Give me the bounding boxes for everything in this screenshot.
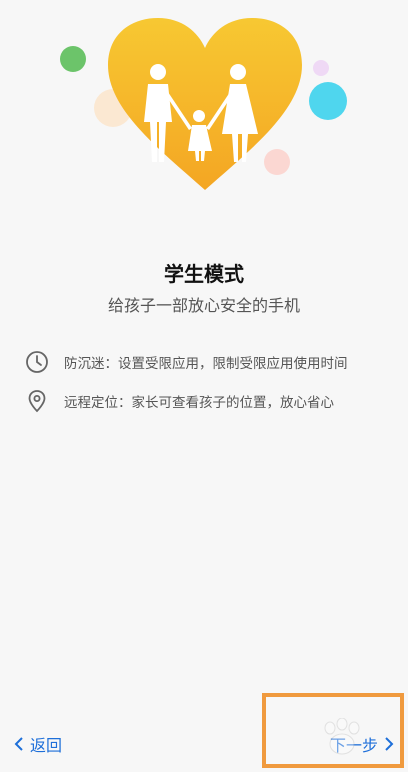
feature-anti-addiction: 防沉迷：设置受限应用，限制受限应用使用时间 xyxy=(24,349,348,375)
next-button[interactable]: 下一步 xyxy=(330,730,394,758)
clock-icon xyxy=(24,349,50,375)
chevron-left-icon xyxy=(14,736,24,752)
bubble-green xyxy=(60,46,86,72)
bubble-lavender xyxy=(313,60,329,76)
bottom-navigation: 返回 下一步 xyxy=(0,722,408,766)
page-subtitle: 给孩子一部放心安全的手机 xyxy=(107,296,300,315)
feature-remote-location: 远程定位：家长可查看孩子的位置，放心省心 xyxy=(24,388,334,414)
chevron-right-icon xyxy=(384,736,394,752)
feature-text: 防沉迷：设置受限应用，限制受限应用使用时间 xyxy=(64,356,348,372)
page-title: 学生模式 xyxy=(164,262,244,286)
bubble-cyan xyxy=(309,82,347,120)
next-label: 下一步 xyxy=(329,736,378,755)
location-pin-icon xyxy=(24,388,50,414)
bubble-pink xyxy=(264,149,290,175)
back-label: 返回 xyxy=(30,736,63,755)
hero-illustration xyxy=(0,0,408,210)
feature-text: 远程定位：家长可查看孩子的位置，放心省心 xyxy=(64,395,334,411)
back-button[interactable]: 返回 xyxy=(14,730,62,758)
